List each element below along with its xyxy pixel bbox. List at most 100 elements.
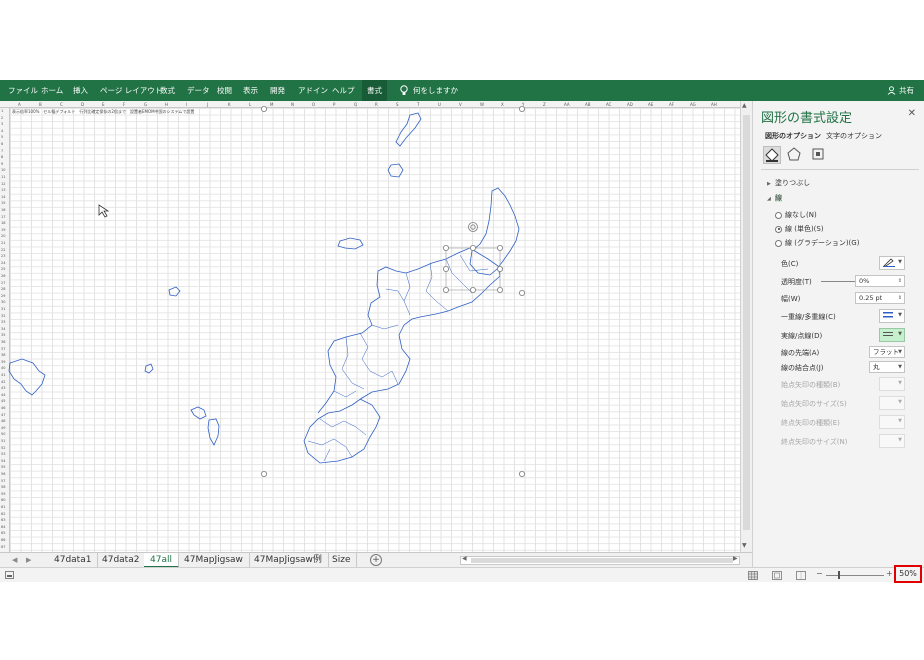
tab-shape-options[interactable]: 図形のオプション: [765, 131, 821, 141]
radio-solid-line[interactable]: 線 (単色)(S): [775, 224, 824, 234]
island-blob[interactable]: [387, 163, 404, 178]
selection-handles[interactable]: [260, 106, 526, 477]
effects-icon[interactable]: [786, 146, 804, 164]
end-arrow-size-label: 終点矢印のサイズ(N): [781, 438, 848, 446]
transparency-slider[interactable]: [821, 281, 855, 282]
radio-no-line[interactable]: 線なし(N): [775, 210, 817, 220]
end-arrow-type-button[interactable]: ▼: [879, 415, 905, 429]
tell-me-box[interactable]: 何をしますか: [400, 80, 458, 101]
main-island-mid[interactable]: [317, 247, 471, 414]
zoom-slider[interactable]: [826, 575, 884, 576]
begin-arrow-size-label: 始点矢印のサイズ(S): [781, 400, 847, 408]
main-island-body[interactable]: [303, 247, 501, 464]
compound-lines-icon: [883, 312, 893, 318]
island-north-small[interactable]: [395, 112, 422, 147]
dash-type-button[interactable]: ▼: [879, 328, 905, 342]
scroll-left-arrow-icon[interactable]: ◀: [462, 555, 467, 562]
vertical-scroll-thumb[interactable]: [743, 115, 750, 530]
mouse-cursor-icon: [98, 204, 110, 218]
lightbulb-icon: [400, 85, 408, 95]
tell-me-label: 何をしますか: [413, 86, 458, 95]
pen-color-icon: [883, 258, 895, 267]
tab-review[interactable]: 校閲: [212, 80, 237, 101]
scroll-right-arrow-icon[interactable]: ▶: [733, 555, 738, 562]
tab-home[interactable]: ホーム: [36, 80, 68, 101]
island-small-east[interactable]: [207, 418, 220, 446]
normal-view-icon[interactable]: [748, 571, 758, 580]
cap-type-value: フラット: [873, 348, 899, 356]
join-type-select[interactable]: 丸 ▼: [869, 361, 905, 373]
island-far-west[interactable]: [8, 358, 46, 396]
sheet-tab-size[interactable]: Size: [326, 553, 358, 568]
macro-record-icon[interactable]: [5, 571, 14, 579]
dash-type-label: 実線/点線(D): [781, 332, 823, 340]
section-fill[interactable]: ▶ 塗りつぶし: [767, 178, 810, 188]
color-label: 色(C): [781, 260, 799, 268]
worksheet[interactable]: A B C D E F G H I J K L M N O P Q R S T U V W X Y Z AA AB AC AD AE AF AG…: [0, 101, 744, 552]
radio-no-line-label: 線なし(N): [785, 211, 817, 219]
zoom-level[interactable]: 50%: [894, 565, 922, 583]
island-west-small[interactable]: [337, 237, 364, 250]
end-arrow-type-label: 終点矢印の種類(E): [781, 419, 840, 427]
section-line[interactable]: ◢ 線: [767, 193, 782, 203]
fill-line-icon[interactable]: [763, 146, 781, 164]
horizontal-scrollbar[interactable]: ◀ ▶: [460, 555, 740, 565]
district-lines[interactable]: [307, 254, 489, 462]
width-input[interactable]: 0.25 pt ⇕: [855, 292, 905, 304]
line-color-button[interactable]: ▼: [879, 256, 905, 270]
begin-arrow-type-button[interactable]: ▼: [879, 377, 905, 391]
tab-help[interactable]: ヘルプ: [327, 80, 360, 101]
cap-type-select[interactable]: フラット ▼: [869, 346, 905, 358]
tab-developer[interactable]: 開発: [265, 80, 290, 101]
tab-text-options[interactable]: 文字のオプション: [826, 131, 882, 141]
section-line-label: 線: [775, 194, 782, 202]
radio-solid-line-label: 線 (単色)(S): [785, 225, 824, 233]
sheet-tab-47data2[interactable]: 47data2: [96, 553, 147, 568]
page-layout-view-icon[interactable]: [772, 571, 782, 580]
okinawa-map-shapes[interactable]: [0, 101, 744, 552]
pane-divider: [761, 169, 919, 170]
compound-type-button[interactable]: ▼: [879, 309, 905, 323]
tab-data[interactable]: データ: [182, 80, 215, 101]
island-small-pair[interactable]: [190, 406, 207, 420]
sheet-tab-47data1[interactable]: 47data1: [48, 553, 99, 568]
sheet-tab-47all[interactable]: 47all: [144, 553, 179, 568]
prev-sheet-icon[interactable]: ◀: [12, 553, 17, 568]
width-label: 幅(W): [781, 295, 801, 303]
close-icon[interactable]: ✕: [908, 108, 916, 119]
join-type-label: 線の結合点(J): [781, 364, 824, 372]
island-tiny-b[interactable]: [144, 363, 154, 374]
size-properties-icon[interactable]: [810, 146, 828, 164]
scroll-up-arrow-icon[interactable]: ▲: [742, 102, 747, 109]
horizontal-scroll-thumb[interactable]: [471, 558, 733, 563]
zoom-slider-thumb[interactable]: [838, 571, 840, 579]
next-sheet-icon[interactable]: ▶: [26, 553, 31, 568]
tab-insert[interactable]: 挿入: [68, 80, 93, 101]
begin-arrow-size-button[interactable]: ▼: [879, 396, 905, 410]
ribbon-tab-bar: ファイル ホーム 挿入 ページ レイアウト 数式 データ 校閲 表示 開発 アド…: [0, 80, 924, 101]
transparency-label: 透明度(T): [781, 278, 812, 286]
sheet-tab-bar: ◀ ▶ 47data1 47data2 47all 47MapJigsaw 47…: [0, 552, 752, 568]
sheet-tab-47mapjigsaw[interactable]: 47MapJigsaw: [178, 553, 250, 568]
page-break-view-icon[interactable]: [796, 571, 806, 580]
radio-gradient-line[interactable]: 線 (グラデーション)(G): [775, 238, 859, 248]
dash-lines-icon: [883, 332, 893, 336]
island-tiny-a[interactable]: [168, 286, 181, 297]
width-value: 0.25 pt: [859, 294, 883, 302]
zoom-in-button[interactable]: +: [886, 569, 893, 578]
vertical-scrollbar[interactable]: ▲ ▼: [740, 101, 752, 552]
transparency-input[interactable]: 0% ⇕: [855, 275, 905, 287]
scroll-down-arrow-icon[interactable]: ▼: [742, 542, 747, 549]
main-island-north[interactable]: [469, 187, 520, 276]
status-bar: − + 50%: [0, 565, 924, 583]
zoom-out-button[interactable]: −: [816, 569, 823, 578]
excel-window: ファイル ホーム 挿入 ページ レイアウト 数式 データ 校閲 表示 開発 アド…: [0, 80, 924, 583]
add-sheet-button[interactable]: +: [370, 554, 382, 566]
transparency-value: 0%: [859, 277, 870, 285]
sheet-tab-47mapjigsaw-example[interactable]: 47MapJigsaw例: [248, 553, 329, 568]
share-button[interactable]: 共有: [887, 80, 914, 101]
tab-formulas[interactable]: 数式: [155, 80, 180, 101]
end-arrow-size-button[interactable]: ▼: [879, 434, 905, 448]
tab-format[interactable]: 書式: [362, 80, 387, 101]
tab-view[interactable]: 表示: [238, 80, 263, 101]
